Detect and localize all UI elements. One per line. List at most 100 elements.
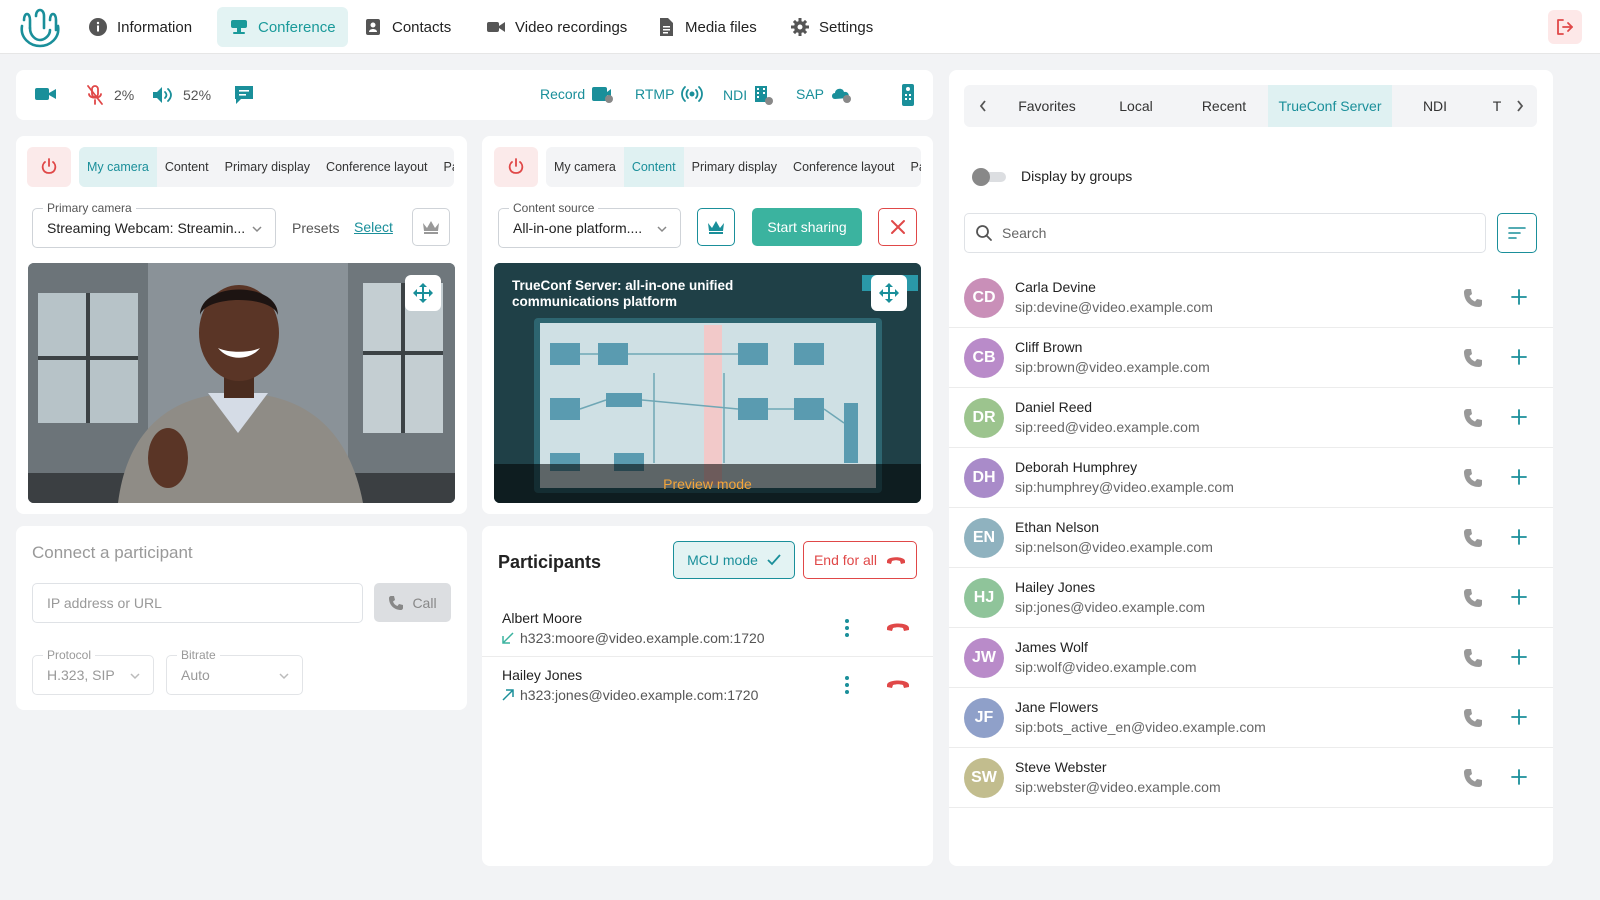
avatar: DH (964, 458, 1004, 498)
participant-row[interactable]: Hailey Jones h323:jones@video.example.co… (482, 657, 933, 714)
contact-add-button[interactable] (1510, 288, 1528, 309)
rtmp-button[interactable]: RTMP (635, 84, 704, 104)
sap-button[interactable]: SAP (796, 84, 854, 104)
address-placeholder: IP address or URL (47, 595, 162, 611)
mcu-mode-button[interactable]: MCU mode (673, 541, 795, 579)
checkmark-icon (767, 554, 781, 566)
sort-button[interactable] (1497, 213, 1537, 253)
ndi-button[interactable]: NDI (723, 84, 775, 106)
more-options-icon[interactable] (844, 618, 850, 638)
microphone-toggle[interactable]: 2% (86, 84, 134, 106)
tab-ndi[interactable]: NDI (1404, 85, 1466, 127)
contact-add-button[interactable] (1510, 708, 1528, 729)
contact-call-button[interactable] (1463, 768, 1483, 791)
contact-call-button[interactable] (1463, 528, 1483, 551)
record-button[interactable]: Record (540, 84, 615, 104)
stop-content-button[interactable] (878, 208, 917, 246)
hang-up-icon[interactable] (886, 677, 910, 691)
contact-row[interactable]: DH Deborah Humphrey sip:humphrey@video.exa… (949, 448, 1553, 508)
crown-icon (708, 221, 724, 234)
contact-row[interactable]: CB Cliff Brown sip:brown@video.example.com (949, 328, 1553, 388)
nav-conference-label: Conference (258, 18, 336, 36)
chat-button[interactable] (233, 84, 255, 106)
contact-call-button[interactable] (1463, 468, 1483, 491)
participant-row[interactable]: Albert Moore h323:moore@video.example.co… (482, 600, 933, 657)
content-expand-button[interactable] (871, 275, 907, 311)
contact-add-button[interactable] (1510, 588, 1528, 609)
tab-favorites[interactable]: Favorites (1006, 85, 1088, 127)
start-sharing-button[interactable]: Start sharing (752, 208, 862, 246)
contact-row[interactable]: JW James Wolf sip:wolf@video.example.com (949, 628, 1553, 688)
camera-toggle[interactable] (35, 85, 57, 103)
contact-add-button[interactable] (1510, 348, 1528, 369)
tab-my-camera[interactable]: My camera (79, 147, 157, 187)
tab-primary-display[interactable]: Primary display (684, 147, 785, 187)
tab-trueconf-server[interactable]: TrueConf Server (1268, 85, 1392, 127)
more-options-icon[interactable] (844, 675, 850, 695)
remote-control-button[interactable] (901, 83, 915, 107)
content-power-button[interactable] (494, 147, 538, 187)
hang-up-icon[interactable] (886, 620, 910, 634)
primary-camera-legend: Primary camera (43, 201, 136, 215)
tabs-scroll-left-button[interactable] (964, 85, 1002, 127)
contact-row[interactable]: SW Steve Webster sip:webster@video.example… (949, 748, 1553, 808)
contacts-search-input[interactable]: Search (964, 213, 1486, 253)
address-input[interactable]: IP address or URL (32, 583, 363, 623)
tab-primary-display[interactable]: Primary display (217, 147, 318, 187)
logout-button[interactable] (1548, 10, 1582, 44)
contact-add-button[interactable] (1510, 528, 1528, 549)
contact-call-button[interactable] (1463, 288, 1483, 311)
contact-row[interactable]: HJ Hailey Jones sip:jones@video.example.co… (949, 568, 1553, 628)
primary-camera-value: Streaming Webcam: Streamin... (47, 220, 246, 236)
nav-video-recordings-label: Video recordings (515, 18, 628, 36)
contact-call-button[interactable] (1463, 408, 1483, 431)
contact-call-button[interactable] (1463, 348, 1483, 371)
protocol-select[interactable]: Protocol H.323, SIP (32, 648, 154, 695)
content-source-select[interactable]: Content source All-in-one platform.... (498, 201, 681, 248)
end-for-all-button[interactable]: End for all (803, 541, 917, 579)
avatar: CD (964, 278, 1004, 318)
presets-select-link[interactable]: Select (354, 219, 393, 235)
participant-address-line: h323:moore@video.example.com:1720 (502, 630, 765, 646)
camera-crown-button[interactable] (412, 208, 450, 246)
nav-contacts[interactable]: Contacts (351, 7, 463, 47)
protocol-legend: Protocol (43, 648, 96, 662)
move-arrows-icon (413, 283, 433, 303)
contact-call-button[interactable] (1463, 588, 1483, 611)
bitrate-select[interactable]: Bitrate Auto (166, 648, 303, 695)
speaker-toggle[interactable]: 52% (151, 84, 211, 106)
tab-conference-layout[interactable]: Conference layout (785, 147, 902, 187)
contact-row[interactable]: EN Ethan Nelson sip:nelson@video.example.c… (949, 508, 1553, 568)
primary-camera-select[interactable]: Primary camera Streaming Webcam: Streami… (32, 201, 276, 248)
nav-media-files[interactable]: Media files (644, 7, 769, 47)
tab-content[interactable]: Content (623, 147, 684, 187)
tab-my-camera[interactable]: My camera (546, 147, 624, 187)
tab-participants[interactable]: Parti (436, 147, 455, 187)
nav-conference[interactable]: Conference (217, 7, 348, 47)
contact-add-button[interactable] (1510, 468, 1528, 489)
contact-sip: sip:reed@video.example.com (1015, 419, 1200, 435)
tab-participants[interactable]: Parti (903, 147, 922, 187)
contact-add-button[interactable] (1510, 648, 1528, 669)
contact-add-button[interactable] (1510, 408, 1528, 429)
content-crown-button[interactable] (697, 208, 735, 246)
nav-video-recordings[interactable]: Video recordings (474, 7, 639, 47)
call-button[interactable]: Call (374, 583, 451, 622)
tab-content[interactable]: Content (157, 147, 217, 187)
tab-recent[interactable]: Recent (1186, 85, 1262, 127)
contact-add-button[interactable] (1510, 768, 1528, 789)
avatar: HJ (964, 578, 1004, 618)
display-groups-toggle[interactable] (972, 168, 1008, 186)
tabs-scroll-right-button[interactable] (1502, 85, 1537, 127)
nav-settings[interactable]: Settings (778, 7, 885, 47)
contact-row[interactable]: JF Jane Flowers sip:bots_active_en@video.e… (949, 688, 1553, 748)
tab-conference-layout[interactable]: Conference layout (318, 147, 435, 187)
camera-power-button[interactable] (27, 147, 71, 187)
contact-call-button[interactable] (1463, 648, 1483, 671)
nav-information[interactable]: Information (76, 7, 204, 47)
tab-local[interactable]: Local (1100, 85, 1172, 127)
camera-expand-button[interactable] (405, 275, 441, 311)
contact-call-button[interactable] (1463, 708, 1483, 731)
contact-row[interactable]: DR Daniel Reed sip:reed@video.example.com (949, 388, 1553, 448)
contact-row[interactable]: CD Carla Devine sip:devine@video.example.c… (949, 268, 1553, 328)
